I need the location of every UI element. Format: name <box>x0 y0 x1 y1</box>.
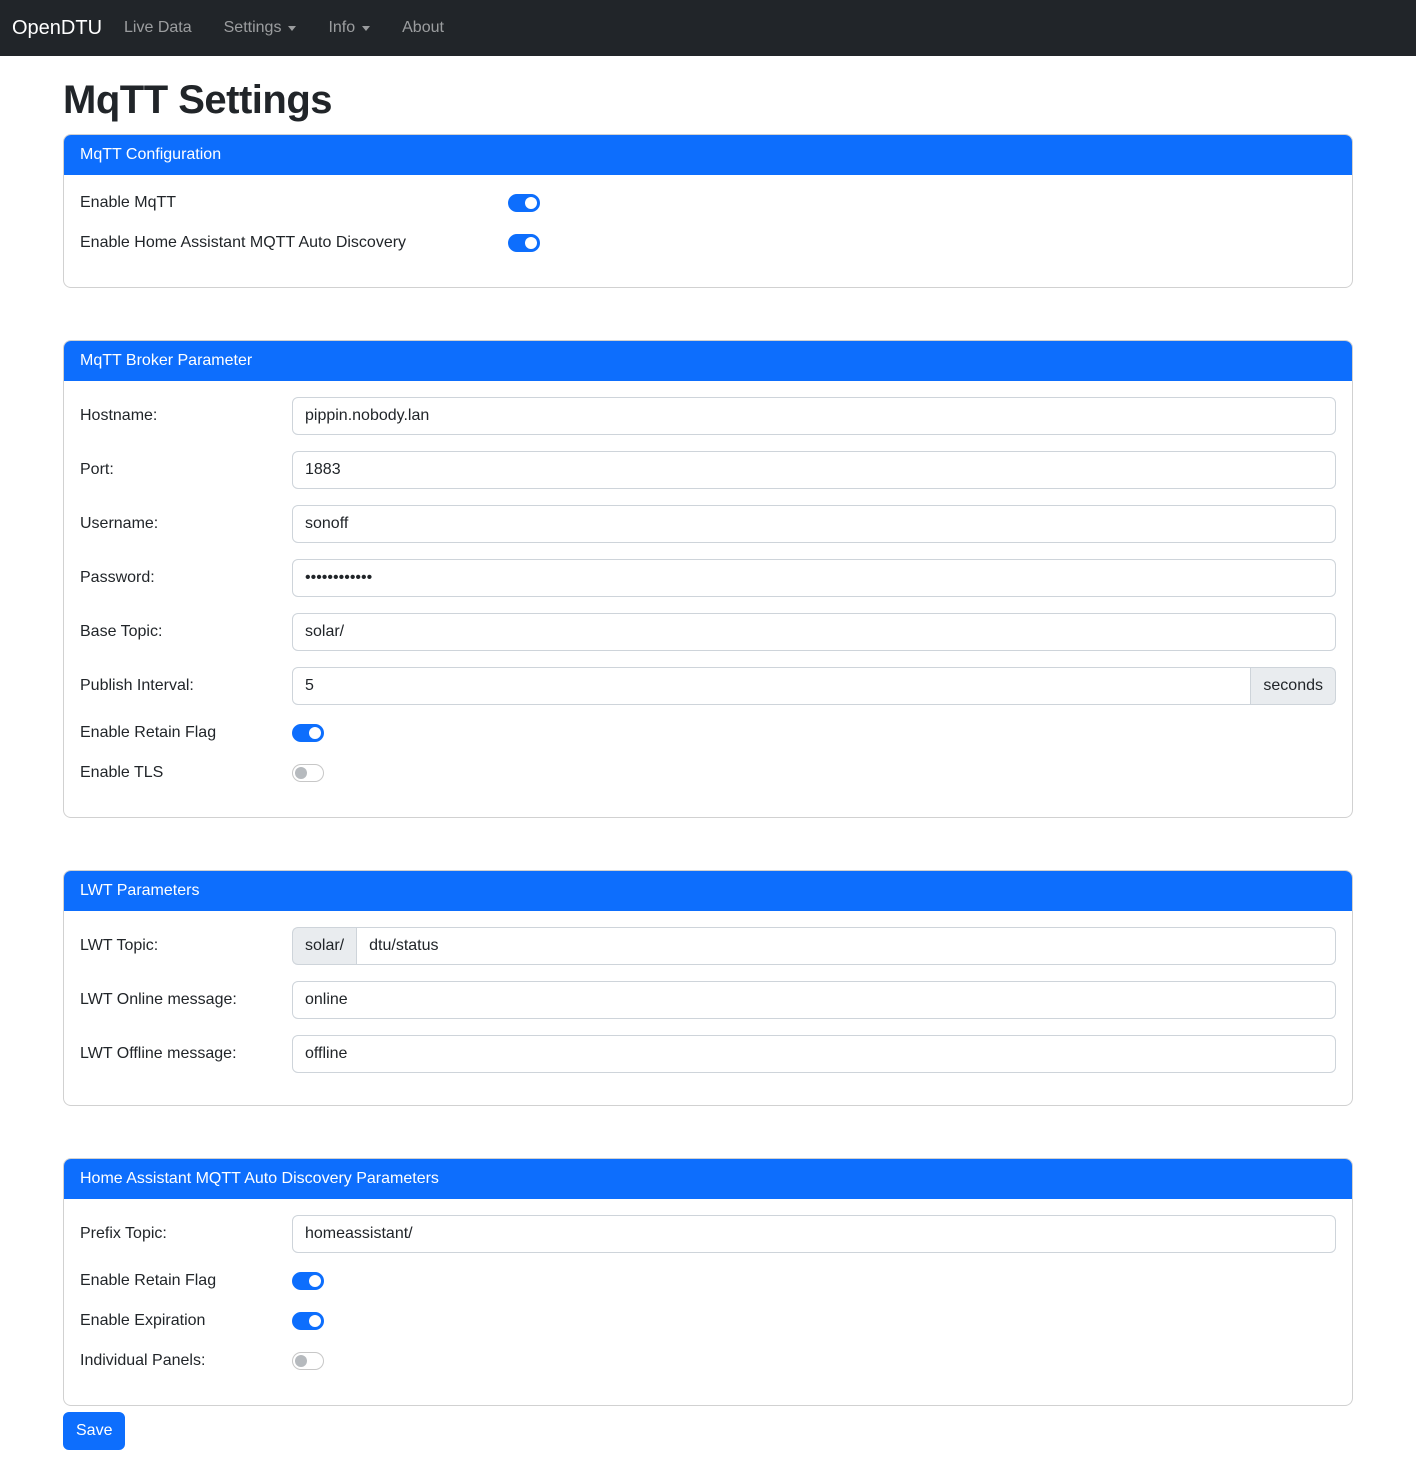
nav-item-info-label: Info <box>328 19 355 37</box>
row-password: Password: <box>80 559 1336 597</box>
lwt-offline-input[interactable] <box>292 1035 1336 1073</box>
broker-enable-retain-label: Enable Retain Flag <box>80 721 292 745</box>
row-enable-mqtt: Enable MqTT <box>80 191 1336 215</box>
individual-panels-label: Individual Panels: <box>80 1349 292 1373</box>
port-input[interactable] <box>292 451 1336 489</box>
row-base-topic: Base Topic: <box>80 613 1336 651</box>
row-hostname: Hostname: <box>80 397 1336 435</box>
publish-interval-label: Publish Interval: <box>80 674 292 698</box>
ha-enable-retain-label: Enable Retain Flag <box>80 1269 292 1293</box>
enable-ha-discovery-toggle[interactable] <box>508 234 540 252</box>
card-header-mqtt-broker-parameter: MqTT Broker Parameter <box>64 341 1352 381</box>
nav-item-settings[interactable]: Settings <box>208 11 313 45</box>
username-label: Username: <box>80 512 292 536</box>
hostname-label: Hostname: <box>80 404 292 428</box>
row-enable-tls: Enable TLS <box>80 761 1336 785</box>
prefix-topic-input[interactable] <box>292 1215 1336 1253</box>
lwt-online-input[interactable] <box>292 981 1336 1019</box>
card-header-lwt-parameters: LWT Parameters <box>64 871 1352 911</box>
main-content: MqTT Settings MqTT Configuration Enable … <box>63 76 1353 1464</box>
brand-opendtu[interactable]: OpenDTU <box>12 13 102 44</box>
row-prefix-topic: Prefix Topic: <box>80 1215 1336 1253</box>
chevron-down-icon <box>362 26 370 31</box>
enable-expiration-label: Enable Expiration <box>80 1309 292 1333</box>
nav-item-settings-label: Settings <box>224 19 282 37</box>
row-individual-panels: Individual Panels: <box>80 1349 1336 1373</box>
base-topic-label: Base Topic: <box>80 620 292 644</box>
row-lwt-offline: LWT Offline message: <box>80 1035 1336 1073</box>
card-header-ha-discovery-parameters: Home Assistant MQTT Auto Discovery Param… <box>64 1159 1352 1199</box>
enable-expiration-toggle[interactable] <box>292 1312 324 1330</box>
row-lwt-topic: LWT Topic: solar/ <box>80 927 1336 965</box>
card-header-mqtt-configuration: MqTT Configuration <box>64 135 1352 175</box>
enable-tls-toggle[interactable] <box>292 764 324 782</box>
row-enable-ha-discovery: Enable Home Assistant MQTT Auto Discover… <box>80 231 1336 255</box>
lwt-topic-prefix: solar/ <box>292 927 356 965</box>
port-label: Port: <box>80 458 292 482</box>
base-topic-input[interactable] <box>292 613 1336 651</box>
nav-item-about[interactable]: About <box>386 11 460 45</box>
save-button[interactable]: Save <box>63 1412 125 1450</box>
lwt-online-label: LWT Online message: <box>80 988 292 1012</box>
page-title: MqTT Settings <box>63 76 1353 124</box>
card-lwt-parameters: LWT Parameters LWT Topic: solar/ LWT Onl… <box>63 870 1353 1106</box>
row-port: Port: <box>80 451 1336 489</box>
row-publish-interval: Publish Interval: seconds <box>80 667 1336 705</box>
card-body-mqtt-configuration: Enable MqTT Enable Home Assistant MQTT A… <box>64 175 1352 287</box>
prefix-topic-label: Prefix Topic: <box>80 1222 292 1246</box>
lwt-topic-input[interactable] <box>356 927 1336 965</box>
enable-mqtt-toggle[interactable] <box>508 194 540 212</box>
chevron-down-icon <box>288 26 296 31</box>
username-input[interactable] <box>292 505 1336 543</box>
card-mqtt-configuration: MqTT Configuration Enable MqTT Enable Ho… <box>63 134 1353 288</box>
publish-interval-input[interactable] <box>292 667 1251 705</box>
individual-panels-toggle[interactable] <box>292 1352 324 1370</box>
row-enable-expiration: Enable Expiration <box>80 1309 1336 1333</box>
row-username: Username: <box>80 505 1336 543</box>
card-mqtt-broker-parameter: MqTT Broker Parameter Hostname: Port: Us… <box>63 340 1353 818</box>
lwt-topic-label: LWT Topic: <box>80 934 292 958</box>
password-input[interactable] <box>292 559 1336 597</box>
row-lwt-online: LWT Online message: <box>80 981 1336 1019</box>
hostname-input[interactable] <box>292 397 1336 435</box>
nav-item-info[interactable]: Info <box>312 11 386 45</box>
row-ha-enable-retain: Enable Retain Flag <box>80 1269 1336 1293</box>
lwt-topic-group: solar/ <box>292 927 1336 965</box>
navbar: OpenDTU Live Data Settings Info About <box>0 0 1416 56</box>
enable-ha-discovery-label: Enable Home Assistant MQTT Auto Discover… <box>80 231 508 255</box>
enable-mqtt-label: Enable MqTT <box>80 191 508 215</box>
enable-tls-label: Enable TLS <box>80 761 292 785</box>
publish-interval-unit: seconds <box>1251 667 1336 705</box>
row-broker-enable-retain: Enable Retain Flag <box>80 721 1336 745</box>
ha-enable-retain-toggle[interactable] <box>292 1272 324 1290</box>
publish-interval-group: seconds <box>292 667 1336 705</box>
card-body-mqtt-broker-parameter: Hostname: Port: Username: Password: Base… <box>64 381 1352 817</box>
card-ha-discovery-parameters: Home Assistant MQTT Auto Discovery Param… <box>63 1158 1353 1406</box>
card-body-ha-discovery-parameters: Prefix Topic: Enable Retain Flag Enable … <box>64 1199 1352 1405</box>
password-label: Password: <box>80 566 292 590</box>
nav-item-live-data[interactable]: Live Data <box>108 11 208 45</box>
broker-enable-retain-toggle[interactable] <box>292 724 324 742</box>
card-body-lwt-parameters: LWT Topic: solar/ LWT Online message: LW… <box>64 911 1352 1105</box>
lwt-offline-label: LWT Offline message: <box>80 1042 292 1066</box>
